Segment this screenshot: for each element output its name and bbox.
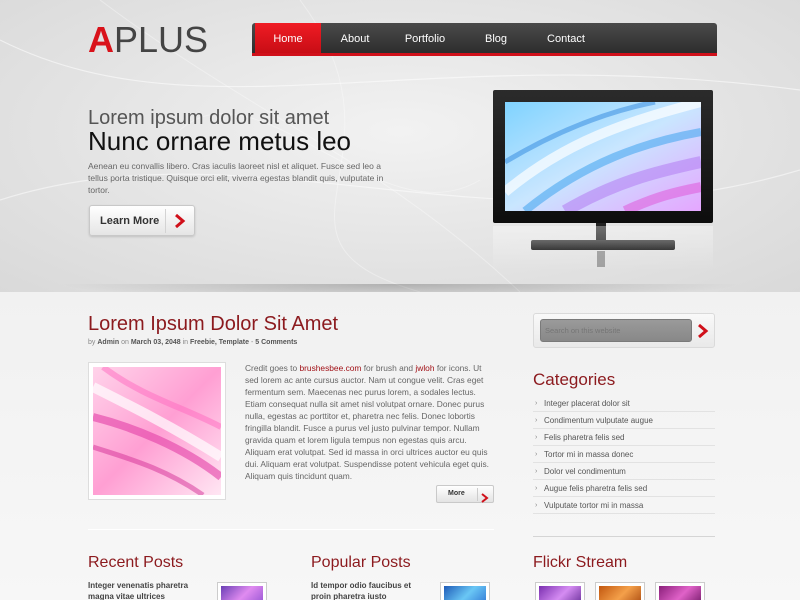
chevron-right-icon: › [535, 451, 538, 458]
more-label: More [448, 490, 465, 497]
chevron-right-icon [174, 213, 186, 233]
recent-post-link[interactable]: Integer venenatis pharetra magna vitae u… [88, 580, 213, 600]
popular-post-thumbnail[interactable] [440, 582, 490, 600]
chevron-right-icon: › [535, 502, 538, 509]
category-label: Condimentum vulputate augue [544, 416, 653, 425]
meta-author[interactable]: Admin [97, 339, 119, 346]
category-label: Tortor mi in massa donec [544, 450, 634, 459]
thumbnail-image [659, 586, 701, 600]
chevron-right-icon: › [535, 400, 538, 407]
search-submit-icon[interactable] [697, 323, 709, 343]
post-thumbnail[interactable] [88, 362, 226, 500]
monitor-reflection-neck [597, 251, 605, 267]
category-item[interactable]: › Augue felis pharetra felis sed [533, 480, 715, 497]
categories-list: › Integer placerat dolor sit › Condimentum… [533, 395, 715, 514]
meta-comments[interactable]: 5 Comments [255, 339, 297, 346]
nav-item-about[interactable]: About [321, 23, 389, 53]
thumbnail-image [221, 586, 263, 600]
search-input[interactable] [540, 319, 692, 342]
flickr-thumbnail[interactable] [595, 582, 645, 600]
chevron-right-icon: › [535, 485, 538, 492]
popular-post-link[interactable]: Id tempor odio faucibus et proin pharetr… [311, 580, 433, 600]
meta-by: by [88, 339, 96, 346]
chevron-right-icon [481, 490, 489, 508]
logo-text: PLUS [114, 19, 209, 60]
category-label: Augue felis pharetra felis sed [544, 484, 648, 493]
site-logo[interactable]: APLUS [88, 20, 208, 60]
post-body: Credit goes to brushesbee.com for brush … [245, 362, 497, 482]
more-separator [477, 488, 478, 501]
main-nav: Home About Portfolio Blog Contact [252, 23, 717, 56]
monitor-image [493, 90, 713, 223]
thumbnail-image [444, 586, 486, 600]
post-body-prefix: Credit goes to [245, 363, 300, 373]
category-label: Vulputate tortor mi in massa [544, 501, 644, 510]
post-title[interactable]: Lorem Ipsum Dolor Sit Amet [88, 313, 338, 336]
category-item[interactable]: › Felis pharetra felis sed [533, 429, 715, 446]
flickr-stream-title: Flickr Stream [533, 554, 628, 571]
chevron-right-icon: › [535, 434, 538, 441]
recent-posts-title: Recent Posts [88, 554, 184, 571]
meta-in: in [182, 339, 189, 346]
monitor-screen [505, 102, 701, 211]
chevron-right-icon: › [535, 468, 538, 475]
recent-post-thumbnail[interactable] [217, 582, 267, 600]
post-meta: by Admin on March 03, 2048 in Freebie, T… [88, 339, 297, 346]
category-label: Dolor vel condimentum [544, 467, 626, 476]
category-item[interactable]: › Tortor mi in massa donec [533, 446, 715, 463]
sidebar-divider [533, 536, 715, 537]
more-button[interactable]: More [436, 485, 494, 503]
nav-item-home[interactable]: Home [255, 23, 321, 53]
category-item[interactable]: › Dolor vel condimentum [533, 463, 715, 480]
thumbnail-image [539, 586, 581, 600]
category-label: Integer placerat dolor sit [544, 399, 630, 408]
post-body-suffix: for icons. Ut sed lorem ac ante cursus a… [245, 363, 489, 481]
popular-posts-title: Popular Posts [311, 554, 411, 571]
nav-item-portfolio[interactable]: Portfolio [389, 23, 461, 53]
meta-date: March 03, 2048 [130, 339, 181, 346]
post-divider [88, 529, 494, 530]
thumbnail-image [599, 586, 641, 600]
button-separator [165, 209, 166, 233]
meta-categories[interactable]: Freebie, Template [190, 339, 249, 346]
hero-title: Nunc ornare metus leo [88, 126, 352, 156]
search-box [533, 313, 715, 348]
flickr-thumbnail[interactable] [535, 582, 585, 600]
category-item[interactable]: › Vulputate tortor mi in massa [533, 497, 715, 514]
nav-item-contact[interactable]: Contact [531, 23, 601, 53]
chevron-right-icon: › [535, 417, 538, 424]
meta-dash: - [250, 339, 254, 346]
logo-accent-letter: A [88, 19, 114, 60]
learn-more-label: Learn More [100, 215, 160, 227]
jwloh-link[interactable]: jwloh [415, 363, 434, 373]
category-item[interactable]: › Condimentum vulputate augue [533, 412, 715, 429]
category-item[interactable]: › Integer placerat dolor sit [533, 395, 715, 412]
brushesbee-link[interactable]: brushesbee.com [299, 363, 361, 373]
category-label: Felis pharetra felis sed [544, 433, 625, 442]
post-body-mid: for brush and [361, 363, 416, 373]
hero-description: Aenean eu convallis libero. Cras iaculis… [88, 161, 384, 195]
nav-item-blog[interactable]: Blog [461, 23, 531, 53]
flickr-thumbnail[interactable] [655, 582, 705, 600]
meta-on: on [121, 339, 129, 346]
categories-title: Categories [533, 370, 616, 389]
learn-more-button[interactable]: Learn More [89, 205, 195, 236]
